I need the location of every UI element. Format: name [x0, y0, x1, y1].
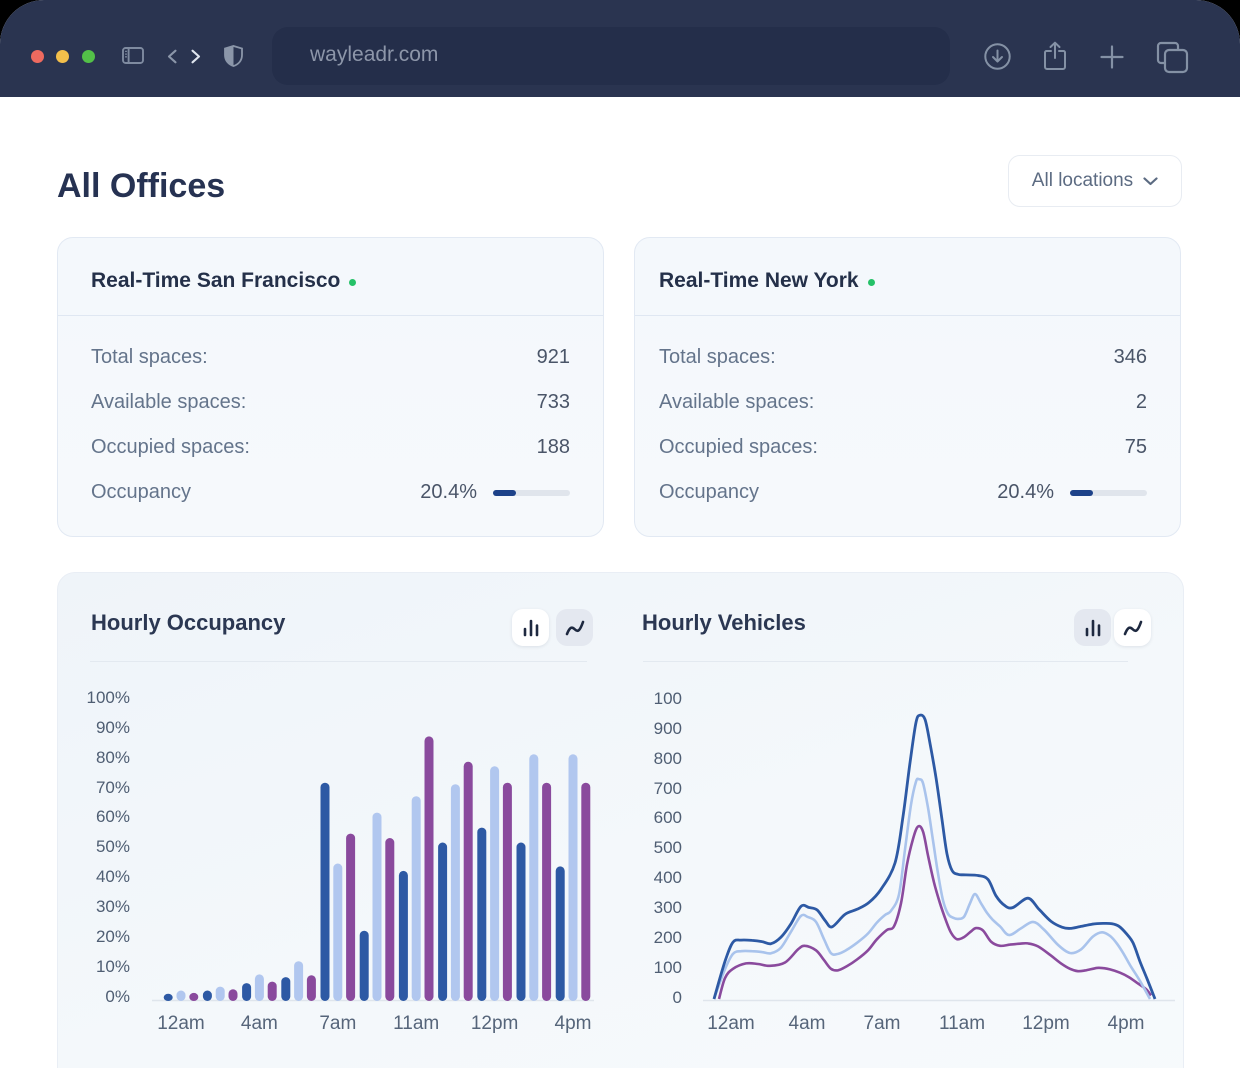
svg-text:900: 900 [654, 719, 682, 738]
svg-text:700: 700 [654, 779, 682, 798]
svg-text:4am: 4am [789, 1013, 826, 1034]
svg-text:500: 500 [654, 838, 682, 857]
svg-text:4pm: 4pm [555, 1013, 592, 1034]
svg-text:100: 100 [654, 958, 682, 977]
svg-text:400: 400 [654, 868, 682, 887]
svg-text:10%: 10% [96, 957, 130, 976]
svg-text:40%: 40% [96, 867, 130, 886]
svg-text:11am: 11am [393, 1013, 439, 1034]
svg-text:7am: 7am [319, 1013, 356, 1034]
svg-text:12am: 12am [157, 1013, 205, 1034]
svg-text:50%: 50% [96, 837, 130, 856]
svg-text:600: 600 [654, 808, 682, 827]
svg-text:800: 800 [654, 749, 682, 768]
svg-text:90%: 90% [96, 718, 130, 737]
svg-text:4am: 4am [241, 1013, 278, 1034]
svg-text:300: 300 [654, 898, 682, 917]
svg-text:30%: 30% [96, 897, 130, 916]
svg-text:12pm: 12pm [1022, 1013, 1070, 1034]
svg-text:100%: 100% [87, 688, 130, 707]
svg-text:70%: 70% [96, 778, 130, 797]
svg-text:12am: 12am [707, 1013, 755, 1034]
svg-text:200: 200 [654, 928, 682, 947]
svg-text:7am: 7am [864, 1013, 901, 1034]
svg-text:4pm: 4pm [1108, 1013, 1145, 1034]
svg-text:80%: 80% [96, 748, 130, 767]
svg-text:20%: 20% [96, 927, 130, 946]
svg-text:0%: 0% [105, 987, 130, 1006]
svg-text:60%: 60% [96, 807, 130, 826]
svg-text:0: 0 [673, 988, 682, 1007]
svg-text:100: 100 [654, 689, 682, 708]
svg-text:11am: 11am [939, 1013, 985, 1034]
svg-text:12pm: 12pm [471, 1013, 519, 1034]
